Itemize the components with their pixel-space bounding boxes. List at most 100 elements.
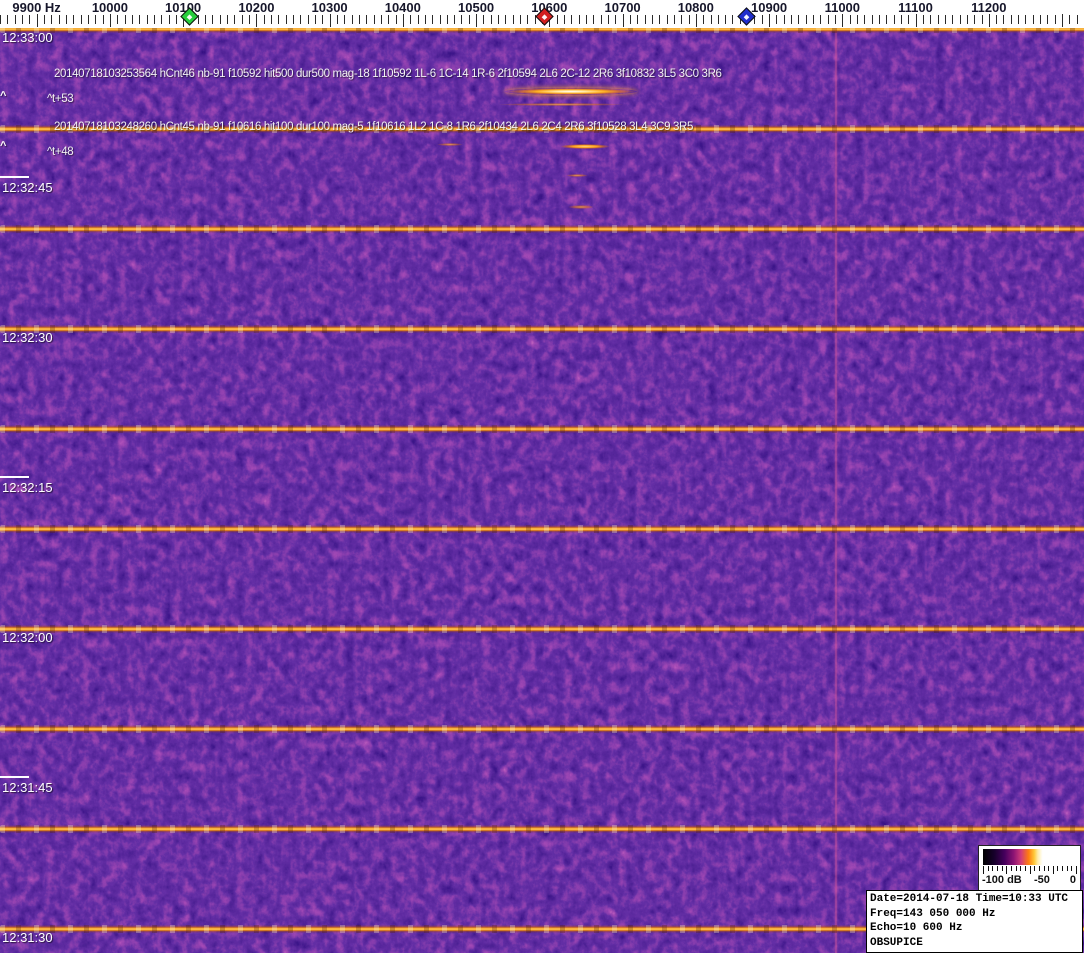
freq-tick [930,15,932,24]
freq-tick [439,15,441,24]
freq-tick [1032,15,1034,24]
freq-tick [329,14,331,27]
freq-tick [512,15,514,24]
freq-tick [600,15,602,24]
freq-tick [893,15,895,24]
freq-tick [388,15,390,24]
freq-tick [109,14,111,27]
freq-tick [505,15,507,24]
freq-tick [864,15,866,24]
freq-label: 10000 [91,0,128,15]
freq-tick [278,15,280,24]
freq-tick [761,15,763,24]
freq-tick [1018,15,1020,24]
freq-tick [666,15,668,24]
time-label: 12:31:45 [2,780,53,795]
colorbar-tick [1020,866,1022,871]
freq-tick [996,15,998,24]
intensity-colorbar: -100 dB -50 0 [978,845,1081,892]
freq-tick [688,15,690,24]
freq-label: 10300 [311,0,348,15]
freq-tick [256,14,258,27]
colorbar-label-mid: -50 [1034,874,1050,886]
meteor-echo-streak [568,205,594,209]
freq-tick [36,14,38,27]
freq-tick [813,15,814,24]
colorbar-tick [1029,866,1031,874]
colorbar-tick [1006,866,1008,874]
freq-tick [380,15,382,24]
freq-tick [490,15,492,24]
spectrogram-app: 12:33:00 12:32:45 12:32:30 12:32:15 12:32:00… [0,0,1084,953]
freq-tick [776,15,778,24]
freq-tick [908,15,910,24]
freq-tick [344,15,346,24]
freq-tick [168,15,170,24]
freq-tick [234,15,236,24]
freq-tick [681,15,683,24]
freq-tick [461,15,463,24]
freq-tick [293,15,294,24]
freq-label: 10700 [604,0,641,15]
meteor-echo-streak [437,142,463,146]
freq-tick [373,15,375,24]
freq-tick [849,15,851,24]
colorbar-tick [1066,866,1068,871]
freq-tick [366,15,368,24]
time-label: 12:32:00 [2,630,53,645]
freq-tick [974,15,976,24]
freq-tick [710,15,712,24]
freq-tick [1062,14,1063,27]
freq-tick [937,15,939,24]
event-annotation: 20140718103248260 hCnt45 nb-91 f10616 hi… [54,121,694,133]
freq-tick [783,15,785,24]
freq-tick [263,15,265,24]
freq-tick [1054,15,1056,24]
freq-tick [146,15,148,24]
freq-tick [915,14,917,27]
freq-tick [241,15,243,24]
time-label: 12:33:00 [2,30,53,45]
freq-tick [878,15,880,24]
freq-tick [22,15,23,24]
freq-label: 11000 [824,0,861,15]
freq-tick [732,15,734,24]
colorbar-labels: -100 dB -50 0 [982,874,1077,888]
info-echo-frequency: Echo=10 600 Hz [870,922,963,934]
freq-tick [285,15,287,24]
green-diamond-dot [186,13,193,20]
timing-line [0,525,1084,533]
station-info-box: Date=2014-07-18 Time=10:33 UTC Freq=143 … [866,890,1083,953]
freq-tick [571,15,573,24]
freq-label: 9900 Hz [12,0,61,15]
freq-tick [959,15,961,24]
freq-tick [805,15,807,24]
info-station-name: OBSUPICE [870,936,923,949]
freq-tick [402,14,404,27]
freq-tick [585,15,587,24]
colorbar-tick [1024,866,1026,871]
freq-tick [417,15,419,24]
freq-tick [1040,15,1042,24]
time-label: 12:32:45 [2,180,53,195]
freq-tick [498,15,500,24]
colorbar-tick [1001,866,1003,871]
freq-tick [95,15,97,24]
freq-tick [124,15,126,24]
freq-label: 10400 [384,0,421,15]
freq-tick [769,14,771,27]
freq-tick [827,15,829,24]
freq-tick [673,15,675,24]
meteor-echo-streak [566,173,588,177]
colorbar-tick [1052,866,1054,874]
event-time-offset: ^t+53 [47,93,74,105]
info-date-time: Date=2014-07-18 Time=10:33 UTC [870,893,1069,905]
freq-tick [446,15,448,24]
time-tick [0,776,29,778]
freq-tick [578,15,580,24]
freq-tick [307,15,309,24]
time-label: 12:32:15 [2,480,53,495]
event-time-offset: ^t+48 [47,146,74,158]
colorbar-tick [1062,866,1063,871]
freq-tick [117,15,119,24]
